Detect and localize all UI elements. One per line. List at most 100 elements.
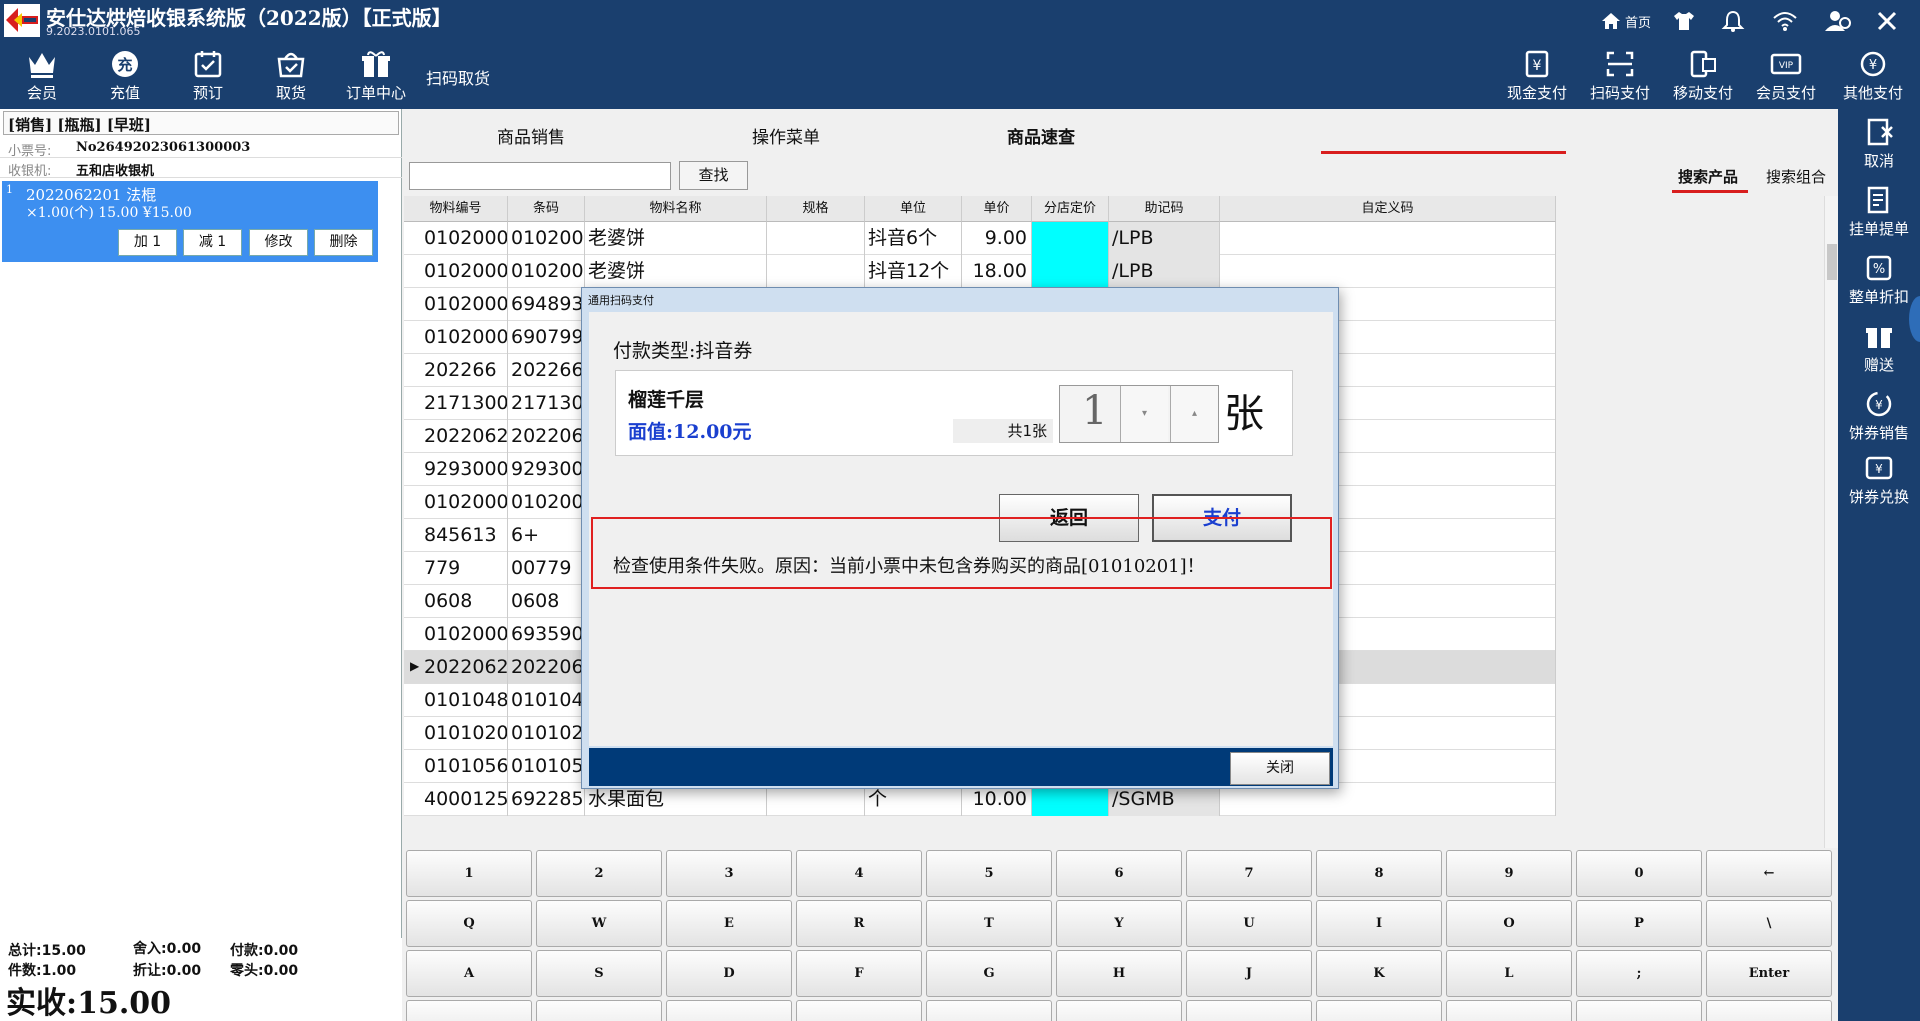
add-one-button[interactable]: 加 1 <box>118 229 177 256</box>
key-button[interactable]: 3 <box>666 850 792 897</box>
key-button[interactable]: 1 <box>406 850 532 897</box>
column-header[interactable]: 分店定价 <box>1032 196 1109 222</box>
key-button[interactable]: ← <box>1706 850 1832 897</box>
column-header[interactable]: 物料名称 <box>585 196 767 222</box>
key-button[interactable] <box>1186 1000 1312 1021</box>
key-button[interactable]: T <box>926 900 1052 947</box>
key-button[interactable]: P <box>1576 900 1702 947</box>
key-button[interactable]: 9 <box>1446 850 1572 897</box>
key-button[interactable]: 5 <box>926 850 1052 897</box>
tab-product-sale[interactable]: 商品销售 <box>497 123 565 148</box>
table-row[interactable]: 01020006010200060老婆饼 抖音6个9.00/LPB <box>404 222 1556 255</box>
column-header[interactable]: 单位 <box>865 196 962 222</box>
quantity-value[interactable]: 1 <box>1082 388 1107 434</box>
key-button[interactable] <box>1316 1000 1442 1021</box>
table-row[interactable]: 01020006010200061老婆饼 抖音12个18.00/LPB <box>404 255 1556 288</box>
key-button[interactable]: W <box>536 900 662 947</box>
key-button[interactable] <box>796 1000 922 1021</box>
hold-order-button[interactable]: 挂单提单 <box>1838 185 1920 239</box>
recharge-button[interactable]: 充 充值 <box>87 49 163 103</box>
key-button[interactable]: ; <box>1576 950 1702 997</box>
quantity-stepper[interactable]: 1 ▾ ▴ <box>1059 385 1219 443</box>
key-button[interactable]: E <box>666 900 792 947</box>
column-header[interactable]: 条码 <box>508 196 585 222</box>
user-switch-button[interactable] <box>1824 8 1852 34</box>
key-button[interactable]: R <box>796 900 922 947</box>
cash-pay-button[interactable]: ¥ 现金支付 <box>1499 49 1575 103</box>
mobile-pay-button[interactable]: 移动支付 <box>1665 49 1741 103</box>
key-button[interactable] <box>1446 1000 1572 1021</box>
cancel-button[interactable]: 取消 <box>1838 117 1920 171</box>
tab-operation-menu[interactable]: 操作菜单 <box>752 123 820 148</box>
key-button[interactable]: A <box>406 950 532 997</box>
column-header[interactable]: 自定义码 <box>1220 196 1556 222</box>
key-button[interactable]: 8 <box>1316 850 1442 897</box>
search-button[interactable]: 查找 <box>679 161 748 190</box>
shirt-button[interactable] <box>1672 8 1696 34</box>
key-button[interactable] <box>666 1000 792 1021</box>
notification-button[interactable] <box>1721 8 1745 34</box>
key-button[interactable]: U <box>1186 900 1312 947</box>
increment-button[interactable]: ▴ <box>1170 386 1218 442</box>
decrement-button[interactable]: ▾ <box>1120 386 1168 442</box>
booking-button[interactable]: 预订 <box>170 49 246 103</box>
search-input[interactable] <box>409 162 671 190</box>
wifi-button[interactable] <box>1772 8 1798 34</box>
close-window-button[interactable] <box>1876 8 1898 34</box>
coupon-sale-button[interactable]: ¥ 饼券销售 <box>1838 389 1920 443</box>
key-button[interactable]: O <box>1446 900 1572 947</box>
grid-scrollbar[interactable] <box>1824 196 1838 848</box>
key-button[interactable]: L <box>1446 950 1572 997</box>
home-button[interactable]: 首页 <box>1600 8 1651 34</box>
key-button[interactable]: H <box>1056 950 1182 997</box>
pickup-button[interactable]: 取货 <box>253 49 329 103</box>
subtract-one-button[interactable]: 减 1 <box>183 229 242 256</box>
key-button[interactable] <box>1056 1000 1182 1021</box>
column-header[interactable]: 物料编号 <box>404 196 508 222</box>
order-center-button[interactable]: 订单中心 <box>336 49 416 103</box>
column-header[interactable]: 单价 <box>962 196 1032 222</box>
key-button[interactable]: 6 <box>1056 850 1182 897</box>
key-button[interactable]: 7 <box>1186 850 1312 897</box>
member-button[interactable]: 会员 <box>4 49 80 103</box>
tab-search-combo[interactable]: 搜索组合 <box>1766 166 1826 187</box>
table-cell <box>1220 222 1556 255</box>
key-button[interactable]: , <box>1576 1000 1702 1021</box>
gift-button[interactable]: 赠送 <box>1838 321 1920 375</box>
scrollbar-thumb[interactable] <box>1827 244 1837 280</box>
key-button[interactable]: 0 <box>1576 850 1702 897</box>
key-button[interactable]: \ <box>1706 900 1832 947</box>
key-button[interactable]: K <box>1316 950 1442 997</box>
tab-search-product[interactable]: 搜索产品 <box>1678 166 1738 187</box>
key-button[interactable] <box>536 1000 662 1021</box>
close-button[interactable]: 关闭 <box>1230 752 1330 785</box>
member-pay-button[interactable]: VIP 会员支付 <box>1748 49 1824 103</box>
key-button[interactable]: D <box>666 950 792 997</box>
key-button[interactable] <box>406 1000 532 1021</box>
tab-product-lookup[interactable]: 商品速查 <box>1007 123 1075 148</box>
table-cell: 20220622 <box>404 651 508 684</box>
key-button[interactable]: G <box>926 950 1052 997</box>
order-discount-button[interactable]: % 整单折扣 <box>1838 253 1920 307</box>
key-button[interactable]: Y <box>1056 900 1182 947</box>
pickup-label: 取货 <box>275 84 306 102</box>
key-button[interactable]: 2 <box>536 850 662 897</box>
key-button[interactable]: S <box>536 950 662 997</box>
key-button[interactable]: F <box>796 950 922 997</box>
key-button[interactable]: Q <box>406 900 532 947</box>
scan-pickup-button[interactable]: 扫码取货 <box>426 65 490 89</box>
error-highlight <box>591 517 1332 589</box>
key-button[interactable] <box>926 1000 1052 1021</box>
key-button[interactable]: 4 <box>796 850 922 897</box>
key-button[interactable]: . <box>1706 1000 1832 1021</box>
key-button[interactable]: Enter <box>1706 950 1832 997</box>
delete-button[interactable]: 删除 <box>314 229 373 256</box>
column-header[interactable]: 助记码 <box>1109 196 1220 222</box>
other-pay-button[interactable]: ¥ 其他支付 <box>1831 49 1915 103</box>
column-header[interactable]: 规格 <box>767 196 865 222</box>
coupon-exchange-button[interactable]: ¥ 饼券兑换 <box>1838 453 1920 507</box>
edit-button[interactable]: 修改 <box>249 229 308 256</box>
scan-pay-button[interactable]: 扫码支付 <box>1582 49 1658 103</box>
key-button[interactable]: J <box>1186 950 1312 997</box>
key-button[interactable]: I <box>1316 900 1442 947</box>
